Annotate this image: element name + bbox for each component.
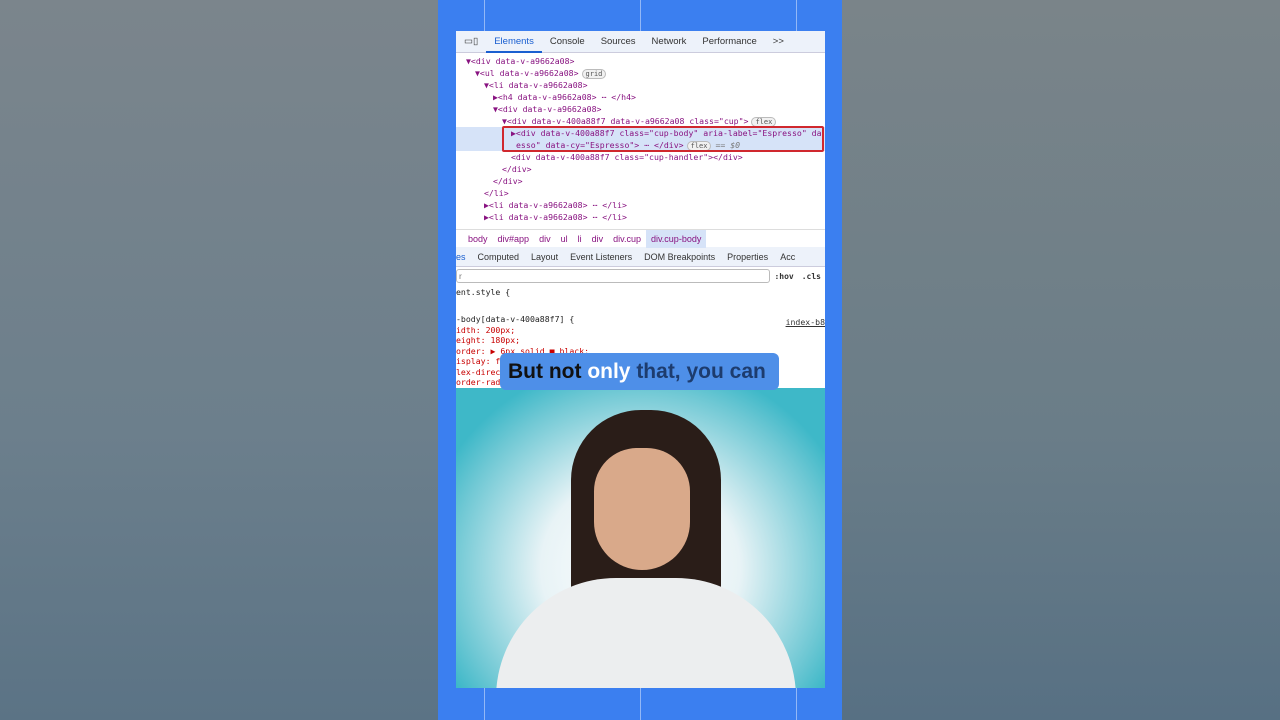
styles-subtabs: es Computed Layout Event Listeners DOM Break… — [456, 247, 825, 267]
node-text: ▶<li data-v-a9662a08> ⋯ </li> — [484, 212, 627, 222]
blurred-background-left — [0, 0, 438, 720]
dom-node[interactable]: ▼<div data-v-a9662a08> — [456, 103, 825, 115]
breadcrumb-item[interactable]: body — [456, 230, 493, 248]
breadcrumb: body div#app div ul li div div.cup div.cup-body — [456, 229, 825, 248]
blurred-background-right — [842, 0, 1280, 720]
styles-tab[interactable]: DOM Breakpoints — [638, 252, 721, 262]
node-text: </div> — [493, 176, 523, 186]
dom-node[interactable]: ▶<h4 data-v-a9662a08> ⋯ </h4> — [456, 91, 825, 103]
breadcrumb-item[interactable]: li — [573, 230, 587, 248]
dom-node[interactable]: ▶<li data-v-a9662a08> ⋯ </li> — [456, 211, 825, 223]
tab-performance[interactable]: Performance — [694, 31, 764, 53]
more-tabs-icon[interactable]: >> — [765, 31, 792, 53]
layout-badge[interactable]: grid — [581, 69, 607, 79]
css-line — [456, 298, 825, 309]
css-line: ent.style { — [456, 287, 511, 297]
styles-tab[interactable]: Computed — [472, 252, 526, 262]
styles-tab[interactable]: Event Listeners — [564, 252, 638, 262]
node-text: ▼<div data-v-400a88f7 data-v-a9662a08 cl… — [502, 116, 749, 126]
presenter-shirt — [496, 578, 796, 688]
node-text: ▶<h4 data-v-a9662a08> ⋯ </h4> — [493, 92, 636, 102]
tab-network[interactable]: Network — [644, 31, 695, 53]
breadcrumb-item[interactable]: div#app — [493, 230, 535, 248]
node-text: ▶<li data-v-a9662a08> ⋯ </li> — [484, 200, 627, 210]
source-link[interactable]: index-b8 — [786, 317, 825, 327]
css-line: idth: 200px; — [456, 324, 516, 335]
highlight-box — [502, 126, 824, 152]
caption-emphasis: only — [587, 360, 631, 383]
breadcrumb-item[interactable]: div.cup-body — [645, 229, 707, 248]
dom-node[interactable]: ▼<div data-v-a9662a08> — [456, 55, 825, 67]
dom-node[interactable]: </li> — [456, 187, 825, 199]
styles-tab[interactable]: Layout — [525, 252, 564, 262]
dom-node[interactable]: ▼<li data-v-a9662a08> — [456, 79, 825, 91]
node-text: </div> — [502, 164, 532, 174]
filter-input[interactable]: r — [456, 269, 771, 283]
styles-tab[interactable]: Properties — [721, 252, 774, 262]
tab-sources[interactable]: Sources — [593, 31, 644, 53]
css-line: eight: 180px; — [456, 335, 521, 345]
breadcrumb-item[interactable]: div.cup — [608, 230, 646, 248]
dom-node[interactable]: ▼<ul data-v-a9662a08> grid — [456, 67, 825, 79]
breadcrumb-item[interactable]: div — [587, 230, 609, 248]
node-text: ▼<li data-v-a9662a08> — [484, 80, 588, 90]
styles-tab[interactable]: es — [456, 252, 472, 262]
node-text: ▼<ul data-v-a9662a08> — [475, 68, 579, 78]
dom-tree: ▼<div data-v-a9662a08> ▼<ul data-v-a9662a… — [456, 53, 825, 229]
node-text: <div data-v-400a88f7 class="cup-handler"… — [511, 152, 743, 162]
node-text: ▼<div data-v-a9662a08> — [493, 104, 602, 114]
node-text: </li> — [484, 188, 509, 198]
caption-text: that, you can — [630, 360, 766, 383]
styles-filter: r :hov .cls — [456, 267, 825, 285]
styles-tab[interactable]: Acc — [774, 252, 801, 262]
node-text: ▼<div data-v-a9662a08> — [466, 56, 575, 66]
presenter-face — [594, 448, 690, 570]
breadcrumb-item[interactable]: div — [534, 230, 556, 248]
subtitle-caption: But not only that, you can — [500, 353, 779, 390]
breadcrumb-item[interactable]: ul — [556, 230, 573, 248]
tab-elements[interactable]: Elements — [486, 31, 542, 53]
dom-node[interactable]: </div> — [456, 175, 825, 187]
presenter-video — [456, 388, 825, 688]
tab-console[interactable]: Console — [542, 31, 593, 53]
hov-button[interactable]: :hov — [770, 272, 797, 281]
css-line: -body[data-v-400a88f7] { — [456, 314, 575, 324]
devtools-panel: ▭▯ Elements Console Sources Network Perf… — [456, 31, 825, 388]
caption-text: But not — [508, 360, 588, 383]
dom-node[interactable]: </div> — [456, 163, 825, 175]
device-toggle-icon[interactable]: ▭▯ — [456, 31, 486, 53]
dom-node[interactable]: ▶<li data-v-a9662a08> ⋯ </li> — [456, 199, 825, 211]
cls-button[interactable]: .cls — [798, 272, 825, 281]
dom-node[interactable]: <div data-v-400a88f7 class="cup-handler"… — [456, 151, 825, 163]
devtools-tabs: ▭▯ Elements Console Sources Network Perf… — [456, 31, 825, 53]
